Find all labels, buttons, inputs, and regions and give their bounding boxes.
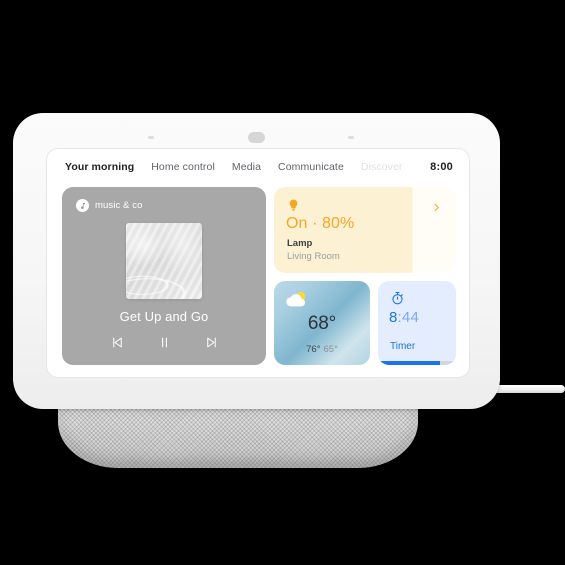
lamp-card[interactable]: On · 80% Lamp Living Room (274, 187, 456, 273)
temperature-high: 76° (306, 344, 321, 355)
tab-discover[interactable]: Discover (361, 161, 403, 173)
tab-media[interactable]: Media (232, 161, 261, 173)
mic-sensor-right-icon (348, 136, 354, 139)
music-provider-label: music & co (95, 200, 143, 211)
left-column: music & co Get Up and Go (62, 187, 266, 365)
screenshot-root: Your morning Home control Media Communic… (0, 0, 565, 565)
music-card[interactable]: music & co Get Up and Go (62, 187, 266, 365)
status-clock: 8:00 (430, 161, 453, 173)
speaker-base (58, 400, 418, 468)
right-column: On · 80% Lamp Living Room 68° 76° 65° 8:… (274, 187, 456, 365)
pause-icon[interactable] (157, 335, 172, 350)
temperature-low: 65° (323, 344, 338, 355)
mic-sensor-left-icon (148, 136, 154, 139)
timer-progress-track (378, 361, 456, 365)
camera-sensor-icon (248, 132, 265, 143)
timer-label: Timer (390, 341, 416, 352)
music-provider: music & co (76, 199, 142, 212)
stopwatch-icon (390, 290, 405, 311)
weather-card[interactable]: 68° 76° 65° (274, 281, 370, 365)
bottom-card-row: 68° 76° 65° 8:44 Timer (274, 281, 456, 365)
device-body: Your morning Home control Media Communic… (13, 113, 500, 409)
music-note-icon (76, 199, 89, 212)
timer-countdown: 8:44 (389, 309, 419, 326)
skip-previous-icon[interactable] (110, 335, 125, 350)
tab-communicate[interactable]: Communicate (278, 161, 344, 173)
current-temperature: 68° (307, 313, 337, 334)
timer-progress-fill (378, 361, 441, 365)
album-art (126, 223, 202, 299)
lamp-room-name: Living Room (287, 251, 340, 262)
sun-behind-cloud-icon (284, 290, 310, 314)
card-grid: music & co Get Up and Go On · 80% Lamp L… (62, 187, 456, 365)
timer-minutes: 8 (389, 309, 398, 326)
skip-next-icon[interactable] (204, 335, 219, 350)
lamp-state: On · 80% (286, 215, 355, 232)
tab-your-morning[interactable]: Your morning (65, 161, 134, 173)
timer-seconds: :44 (397, 309, 419, 326)
track-title: Get Up and Go (119, 309, 209, 324)
chevron-right-icon[interactable] (431, 200, 442, 218)
tab-home-control[interactable]: Home control (151, 161, 215, 173)
lamp-device-name: Lamp (287, 238, 313, 249)
tab-bar: Your morning Home control Media Communic… (47, 149, 469, 185)
timer-card[interactable]: 8:44 Timer (378, 281, 456, 365)
display-screen: Your morning Home control Media Communic… (46, 148, 470, 378)
temperature-high-low: 76° 65° (274, 344, 370, 355)
playback-controls (62, 335, 266, 350)
